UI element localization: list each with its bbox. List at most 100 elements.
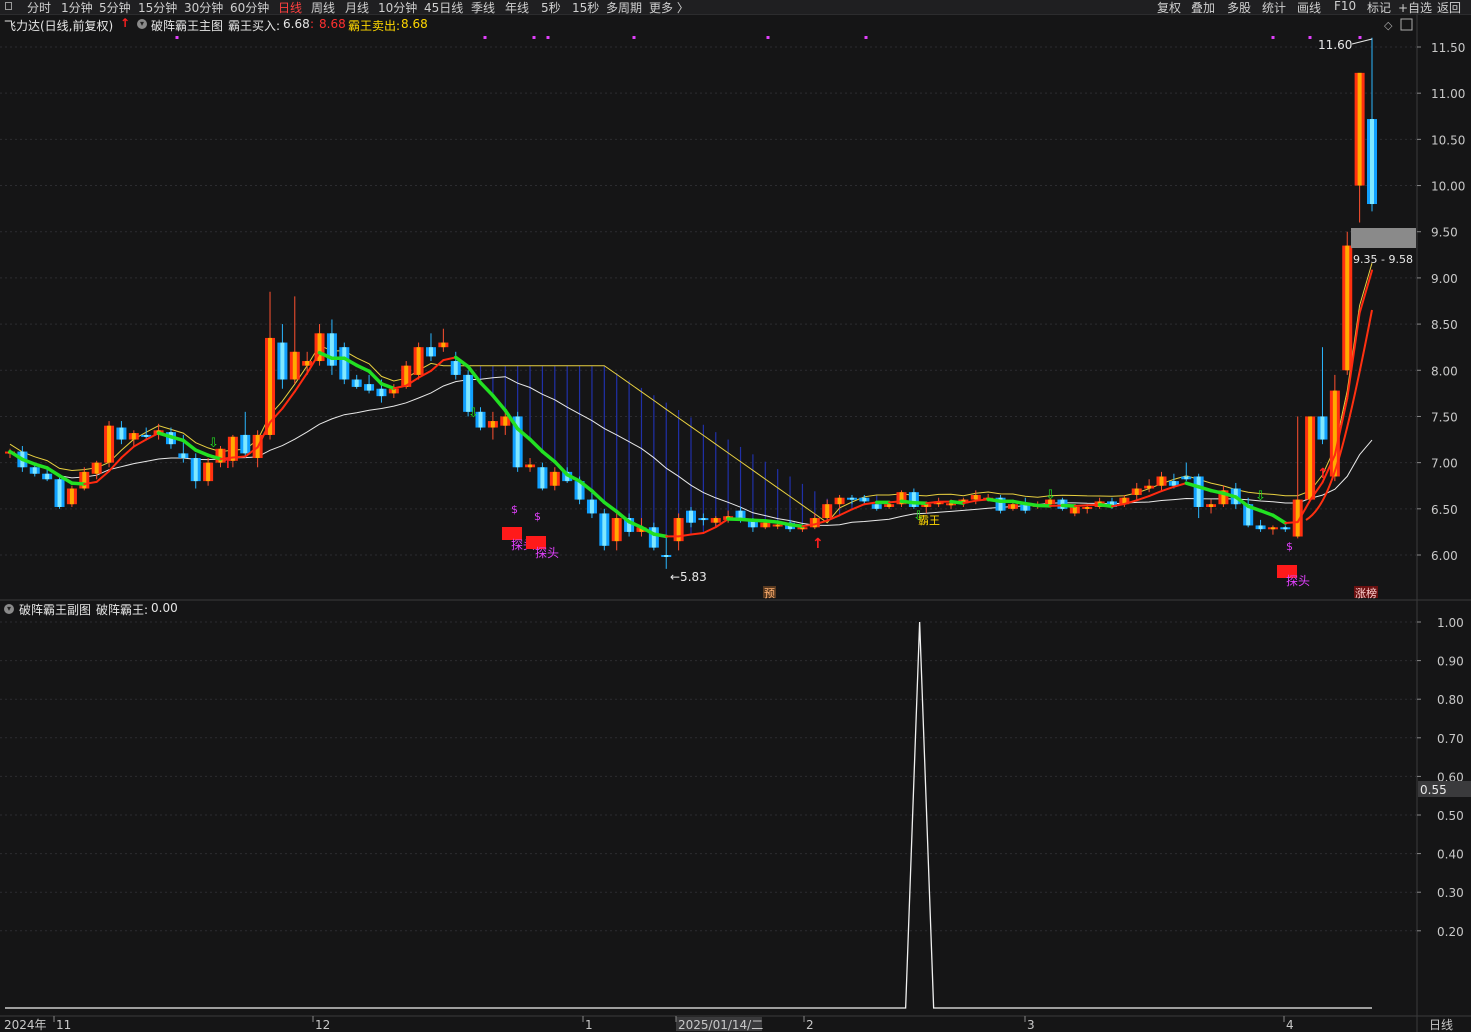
candle-body-highlight bbox=[144, 434, 149, 437]
candle bbox=[1367, 37, 1377, 212]
candle-body-highlight bbox=[701, 518, 706, 521]
candle bbox=[1181, 462, 1192, 482]
high-pointer bbox=[1351, 38, 1373, 45]
candle-body-highlight bbox=[763, 522, 768, 528]
candle bbox=[1131, 482, 1142, 500]
signal-dot bbox=[1308, 36, 1312, 39]
candle-body-highlight bbox=[837, 497, 842, 505]
candle-body-highlight bbox=[911, 492, 916, 507]
price-tick-label: 11.50 bbox=[1431, 41, 1465, 55]
candle-body-highlight bbox=[32, 467, 37, 474]
fast-ma-segment bbox=[354, 363, 371, 373]
time-label: 2 bbox=[806, 1018, 814, 1032]
candle bbox=[91, 460, 102, 480]
candle bbox=[611, 513, 622, 551]
tantou-label: 探头 bbox=[1286, 574, 1310, 588]
price-tick-label: 6.50 bbox=[1431, 503, 1458, 517]
candle-body-highlight bbox=[1010, 504, 1015, 509]
fast-ma-segment bbox=[379, 382, 396, 391]
candle-body-highlight bbox=[1159, 476, 1164, 486]
candle bbox=[1280, 525, 1291, 532]
candle-body-highlight bbox=[1171, 481, 1176, 486]
signal-dot bbox=[483, 36, 487, 39]
fast-ma-segment bbox=[193, 448, 210, 457]
candle bbox=[1193, 473, 1204, 519]
candle-body-highlight bbox=[292, 351, 297, 380]
candle bbox=[908, 488, 919, 509]
candle-body-highlight bbox=[119, 427, 124, 440]
fast-ma-segment bbox=[1060, 503, 1077, 508]
candle bbox=[240, 411, 251, 459]
candle bbox=[413, 342, 424, 380]
fast-ma-segment bbox=[1148, 490, 1163, 498]
fast-ma-segment bbox=[863, 501, 878, 506]
candle-body-highlight bbox=[181, 453, 186, 459]
fast-ma-segment bbox=[1023, 501, 1040, 508]
fast-ma-segment bbox=[1160, 485, 1175, 493]
signal-dot bbox=[532, 36, 536, 39]
candle-body-highlight bbox=[441, 342, 446, 348]
candle-body-highlight bbox=[1134, 488, 1139, 495]
candle bbox=[525, 458, 536, 472]
sub-tick-label: 0.80 bbox=[1437, 693, 1464, 707]
candle bbox=[339, 342, 350, 385]
candle-body-highlight bbox=[107, 425, 112, 463]
candle-body-highlight bbox=[367, 384, 372, 391]
candle-body-highlight bbox=[949, 503, 954, 506]
buy-arrow-icon: ↑ bbox=[1317, 466, 1329, 482]
fast-ma-segment bbox=[899, 499, 916, 505]
sub-tick-label: 0.30 bbox=[1437, 886, 1464, 900]
candle bbox=[326, 319, 337, 375]
candle-body-highlight bbox=[342, 347, 347, 380]
candle-body-highlight bbox=[651, 527, 656, 548]
fast-ma-segment bbox=[775, 520, 792, 527]
candle-body-highlight bbox=[280, 342, 285, 380]
fast-ma-segment bbox=[986, 497, 1003, 503]
range-label: 9.35 - 9.58 bbox=[1353, 253, 1413, 266]
sell-arrow-icon: ⇩ bbox=[1255, 489, 1266, 504]
window-toggle-icon bbox=[1400, 18, 1413, 31]
time-label: 12 bbox=[315, 1018, 330, 1032]
candle-body-highlight bbox=[1085, 506, 1090, 509]
fast-ma-segment bbox=[1086, 503, 1101, 507]
candle bbox=[425, 333, 436, 362]
fast-ma-segment bbox=[540, 449, 557, 464]
candle bbox=[116, 421, 127, 445]
candle-body-highlight bbox=[131, 433, 136, 440]
fast-ma-segment bbox=[652, 532, 668, 539]
candle bbox=[277, 324, 288, 389]
candle bbox=[1206, 499, 1217, 514]
candle-body-highlight bbox=[1196, 476, 1201, 507]
price-tick-label: 9.50 bbox=[1431, 226, 1458, 240]
time-label: 11 bbox=[56, 1018, 71, 1032]
candle-body-highlight bbox=[490, 421, 495, 428]
fast-ma-segment bbox=[602, 500, 619, 514]
candle-body-highlight bbox=[45, 473, 50, 480]
candle-body-highlight bbox=[206, 462, 211, 482]
candle-body-highlight bbox=[1147, 485, 1152, 489]
dollar-icon: $ bbox=[534, 510, 541, 523]
candle-body-highlight bbox=[1184, 476, 1189, 480]
fast-ma-segment bbox=[1271, 513, 1288, 525]
time-label: 2025/01/14/二 bbox=[678, 1018, 763, 1032]
fast-ma-segment bbox=[281, 390, 296, 410]
candle bbox=[79, 467, 90, 491]
fast-ma-segment bbox=[702, 526, 717, 535]
fast-ma-segment bbox=[491, 393, 508, 413]
price-tick-label: 8.00 bbox=[1431, 364, 1458, 378]
candle bbox=[351, 374, 362, 389]
candle bbox=[537, 462, 548, 491]
candle-body-highlight bbox=[713, 518, 718, 523]
fast-ma-segment bbox=[1358, 269, 1373, 315]
kline-chart[interactable]: 11.5011.0010.5010.009.509.008.508.007.50… bbox=[0, 0, 1471, 1032]
candle bbox=[66, 485, 77, 507]
time-label: 3 bbox=[1027, 1018, 1035, 1032]
candle bbox=[104, 421, 115, 468]
fast-ma-segment bbox=[367, 369, 384, 386]
candle bbox=[438, 328, 449, 352]
candle bbox=[822, 499, 833, 520]
candle-body-highlight bbox=[379, 388, 384, 397]
time-label: 2024年 bbox=[4, 1018, 47, 1032]
candle bbox=[673, 513, 684, 551]
dollar-icon: $ bbox=[1286, 540, 1293, 553]
